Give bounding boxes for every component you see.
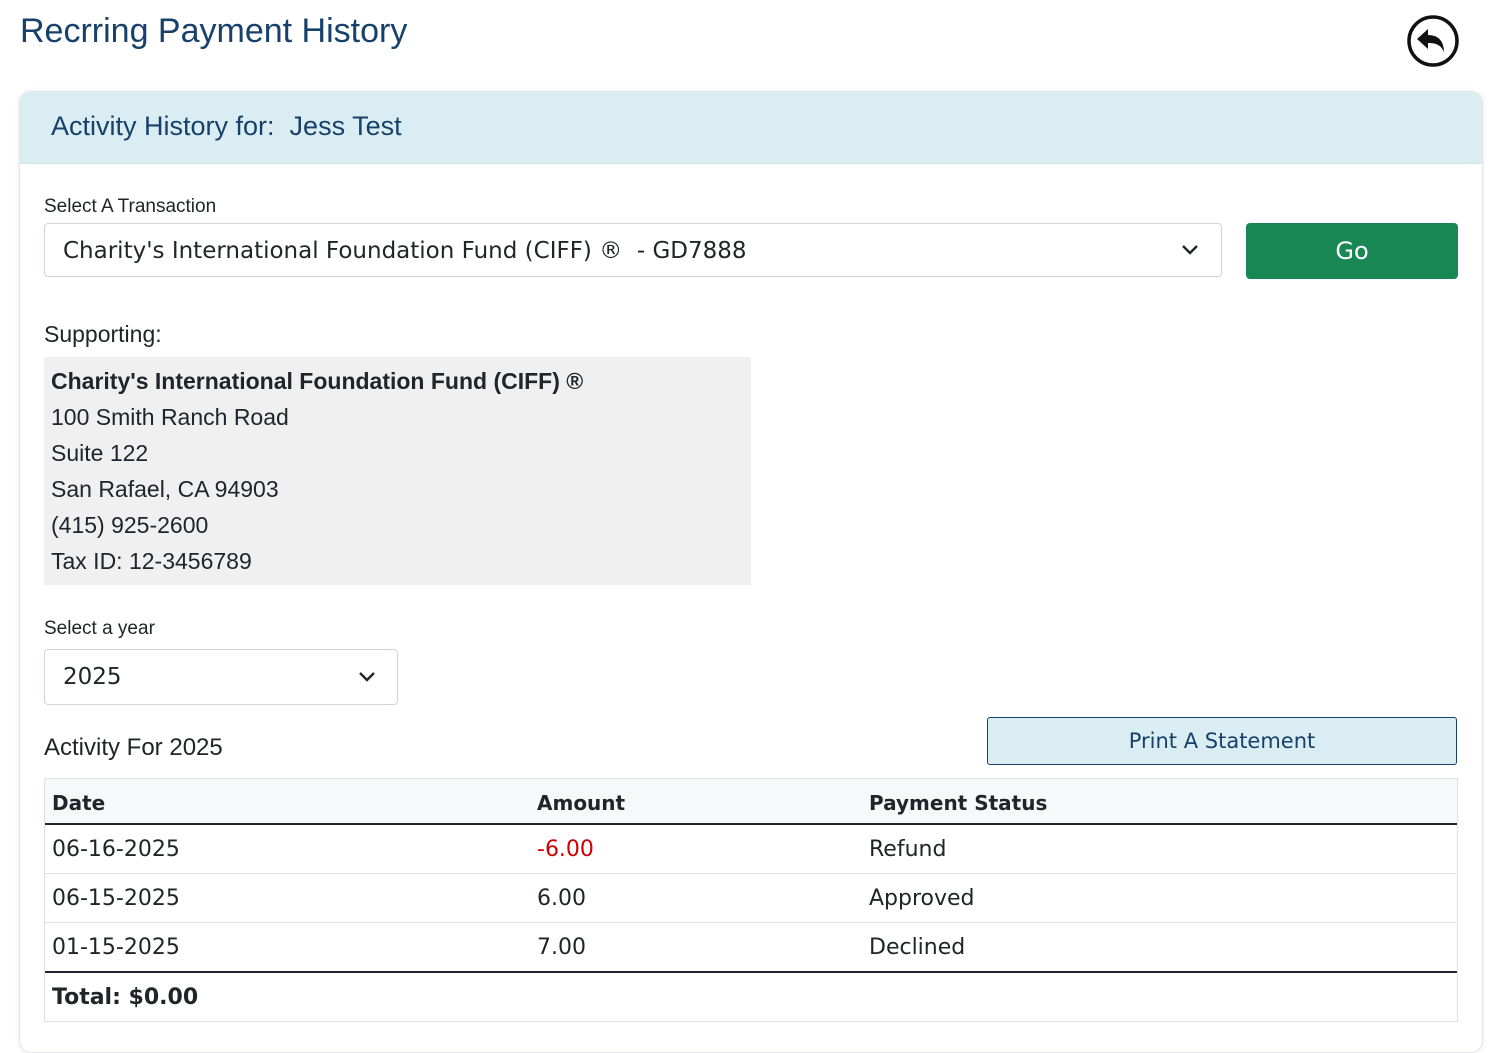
activity-card: Activity History for: Jess Test Select A… bbox=[19, 91, 1483, 1053]
org-address-line1: 100 Smith Ranch Road bbox=[51, 404, 289, 430]
card-header: Activity History for: Jess Test bbox=[20, 92, 1482, 164]
activity-history-heading: Activity History for: Jess Test bbox=[51, 111, 402, 142]
org-phone: (415) 925-2600 bbox=[51, 512, 209, 538]
row-date: 01-15-2025 bbox=[52, 935, 180, 960]
page-title: Recrring Payment History bbox=[20, 12, 408, 50]
supporting-label: Supporting: bbox=[44, 321, 162, 347]
column-header-amount[interactable]: Amount bbox=[537, 791, 625, 815]
org-city-state-zip: San Rafael, CA 94903 bbox=[51, 476, 279, 502]
organization-info: Charity's International Foundation Fund … bbox=[44, 357, 751, 585]
table-row: 06-15-2025 6.00 Approved bbox=[45, 874, 1457, 923]
transaction-select[interactable]: Charity's International Foundation Fund … bbox=[44, 223, 1222, 277]
donor-name: Jess Test bbox=[289, 111, 402, 141]
column-header-date[interactable]: Date bbox=[52, 791, 105, 815]
table-header: Date Amount Payment Status bbox=[45, 779, 1457, 825]
row-status: Declined bbox=[869, 935, 966, 960]
go-button[interactable]: Go bbox=[1246, 223, 1458, 279]
activity-history-label: Activity History for: bbox=[51, 111, 275, 141]
back-button[interactable] bbox=[1406, 14, 1460, 68]
row-amount: -6.00 bbox=[537, 837, 594, 862]
total-amount: Total: $0.00 bbox=[52, 985, 199, 1010]
column-header-status[interactable]: Payment Status bbox=[869, 791, 1047, 815]
transaction-select-value: Charity's International Foundation Fund … bbox=[63, 238, 747, 264]
row-status: Refund bbox=[869, 837, 947, 862]
row-date: 06-16-2025 bbox=[52, 837, 180, 862]
transaction-label: Select A Transaction bbox=[44, 196, 217, 217]
activity-title: Activity For 2025 bbox=[44, 734, 223, 761]
table-row: 01-15-2025 7.00 Declined bbox=[45, 923, 1457, 973]
activity-table: Date Amount Payment Status 06-16-2025 -6… bbox=[44, 778, 1458, 1022]
table-row: 06-16-2025 -6.00 Refund bbox=[45, 825, 1457, 874]
org-tax-id: Tax ID: 12-3456789 bbox=[51, 548, 252, 574]
org-address-line2: Suite 122 bbox=[51, 440, 149, 466]
back-arrow-circle-icon bbox=[1407, 15, 1459, 67]
year-select-value: 2025 bbox=[63, 664, 122, 690]
row-date: 06-15-2025 bbox=[52, 886, 180, 911]
chevron-down-icon bbox=[359, 672, 375, 682]
row-amount: 7.00 bbox=[537, 935, 586, 960]
org-name: Charity's International Foundation Fund … bbox=[51, 368, 584, 394]
year-select[interactable]: 2025 bbox=[44, 649, 398, 705]
chevron-down-icon bbox=[1182, 245, 1198, 255]
print-statement-button[interactable]: Print A Statement bbox=[987, 717, 1457, 765]
year-label: Select a year bbox=[44, 618, 155, 639]
row-amount: 6.00 bbox=[537, 886, 586, 911]
table-footer: Total: $0.00 bbox=[45, 973, 1457, 1021]
row-status: Approved bbox=[869, 886, 975, 911]
